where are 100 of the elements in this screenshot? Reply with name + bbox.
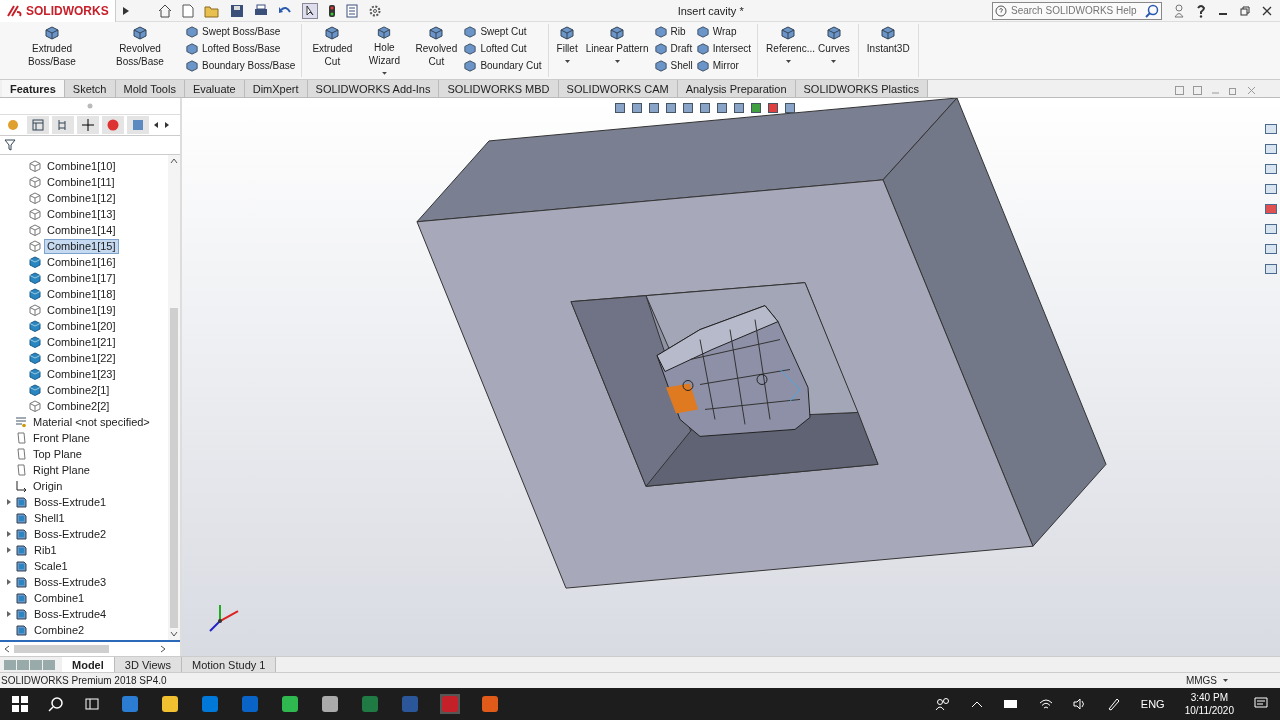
close-icon[interactable] bbox=[1262, 5, 1272, 16]
people-icon[interactable] bbox=[934, 697, 951, 711]
ribbon-tab[interactable]: SOLIDWORKS Add-Ins bbox=[307, 80, 440, 97]
scroll-right-icon[interactable] bbox=[163, 121, 171, 129]
model-tab[interactable]: 3D Views bbox=[114, 657, 183, 672]
logo[interactable]: SOLIDWORKS bbox=[0, 0, 116, 22]
pen-icon[interactable] bbox=[1106, 697, 1121, 711]
search-icon[interactable] bbox=[48, 696, 64, 712]
ribbon-button[interactable]: Revolved Boss/Base bbox=[98, 24, 182, 77]
view-tool-icon[interactable] bbox=[750, 102, 762, 114]
ribbon-tab[interactable]: Sketch bbox=[64, 80, 116, 97]
task-pane-icon[interactable] bbox=[1264, 162, 1278, 176]
save-icon[interactable] bbox=[229, 3, 244, 18]
scroll-down-icon[interactable] bbox=[170, 631, 178, 637]
view-tool-icon[interactable] bbox=[682, 102, 694, 114]
ribbon-button[interactable]: Lofted Cut bbox=[464, 41, 542, 56]
tree-item[interactable]: Combine1[21] bbox=[44, 334, 119, 350]
tree-item[interactable]: Combine1[17] bbox=[44, 270, 119, 286]
task-pane-icon[interactable] bbox=[1264, 202, 1278, 216]
ribbon-button[interactable]: Boundary Cut bbox=[464, 58, 542, 73]
tree-item[interactable]: Boss-Extrude1 bbox=[31, 494, 110, 510]
tree-item[interactable]: Boss-Extrude4 bbox=[31, 606, 110, 622]
view-tool-icon[interactable] bbox=[699, 102, 711, 114]
settings-icon[interactable] bbox=[367, 3, 382, 18]
ribbon-tab[interactable]: DimXpert bbox=[244, 80, 308, 97]
windows-start-icon[interactable] bbox=[12, 696, 28, 712]
tree-item[interactable]: Combine2[2] bbox=[44, 398, 113, 414]
ribbon-button[interactable]: Mirror bbox=[696, 58, 752, 73]
chevron-up-icon[interactable] bbox=[970, 700, 983, 708]
tree-item[interactable]: Top Plane bbox=[30, 446, 85, 462]
select-pointer-icon[interactable] bbox=[301, 2, 318, 19]
tree-item[interactable]: Combine1[22] bbox=[44, 350, 119, 366]
tree-item[interactable]: Combine1[11] bbox=[44, 174, 118, 190]
ribbon-tab[interactable]: SOLIDWORKS Plastics bbox=[795, 80, 929, 97]
ribbon-button[interactable]: Shell bbox=[654, 58, 693, 73]
ribbon-button[interactable]: Fillet bbox=[554, 24, 580, 77]
tree-item[interactable]: Combine1[23] bbox=[44, 366, 119, 382]
ribbon-button[interactable]: Swept Cut bbox=[464, 24, 542, 39]
help-icon[interactable] bbox=[1196, 3, 1206, 18]
view-tool-icon[interactable] bbox=[784, 102, 796, 114]
tile-left-icon[interactable] bbox=[1175, 86, 1184, 95]
scroll-left-icon[interactable] bbox=[4, 645, 10, 653]
scrollbar-thumb[interactable] bbox=[170, 307, 178, 628]
ribbon-button[interactable]: Linear Pattern bbox=[583, 24, 651, 77]
ribbon-tab[interactable]: SOLIDWORKS MBD bbox=[439, 80, 559, 97]
user-icon[interactable] bbox=[1174, 3, 1184, 18]
wifi-icon[interactable] bbox=[1038, 698, 1053, 710]
scroll-left-icon[interactable] bbox=[152, 121, 160, 129]
scrollbar-thumb[interactable] bbox=[14, 645, 109, 653]
tree-item[interactable]: Right Plane bbox=[30, 462, 93, 478]
notifications-icon[interactable] bbox=[1254, 697, 1268, 711]
tree-item[interactable]: Combine1[13] bbox=[44, 206, 119, 222]
tree-item[interactable]: Combine1[12] bbox=[44, 190, 119, 206]
task-pane-icon[interactable] bbox=[1264, 262, 1278, 276]
ribbon-button[interactable]: Boundary Boss/Base bbox=[186, 58, 296, 73]
ribbon-button[interactable]: Extruded Boss/Base bbox=[10, 24, 94, 77]
expand-arrow-icon[interactable] bbox=[6, 547, 12, 553]
task-pane-icon[interactable] bbox=[1264, 142, 1278, 156]
grip-icon[interactable] bbox=[87, 103, 93, 109]
ribbon-button[interactable]: Swept Boss/Base bbox=[186, 24, 296, 39]
task-pane-icon[interactable] bbox=[1264, 222, 1278, 236]
tree-item[interactable]: Combine1[15] bbox=[44, 238, 119, 254]
search-icon[interactable] bbox=[1145, 3, 1159, 18]
ribbon-tab[interactable]: Features bbox=[2, 80, 65, 97]
tree-item[interactable]: Combine2[1] bbox=[44, 382, 113, 398]
expand-arrow-icon[interactable] bbox=[6, 579, 12, 585]
tree-item[interactable]: Combine1[20] bbox=[44, 318, 119, 334]
expand-arrow-icon[interactable] bbox=[6, 531, 12, 537]
tree-item[interactable]: Combine1[14] bbox=[44, 222, 119, 238]
task-pane-icon[interactable] bbox=[1264, 122, 1278, 136]
tree-item[interactable]: Material <not specified> bbox=[30, 414, 153, 430]
new-document-icon[interactable] bbox=[181, 3, 194, 18]
view-tool-icon[interactable] bbox=[733, 102, 745, 114]
ribbon-button[interactable]: Rib bbox=[654, 24, 693, 39]
ribbon-button[interactable]: Wrap bbox=[696, 24, 752, 39]
search-field[interactable]: Search SOLIDWORKS Help bbox=[992, 1, 1162, 20]
panel-tab[interactable] bbox=[52, 116, 74, 134]
units-selector[interactable]: MMGS bbox=[1185, 675, 1217, 686]
expand-arrow-icon[interactable] bbox=[6, 611, 12, 617]
tree-item[interactable]: Front Plane bbox=[30, 430, 93, 446]
ribbon-button[interactable]: Intersect bbox=[696, 41, 752, 56]
volume-icon[interactable] bbox=[1072, 698, 1087, 710]
task-view-icon[interactable] bbox=[84, 696, 100, 712]
ribbon-button[interactable]: Referenc... bbox=[764, 24, 813, 77]
panel-tab[interactable] bbox=[27, 116, 49, 134]
ribbon-tab[interactable]: Mold Tools bbox=[115, 80, 185, 97]
ribbon-tab[interactable]: SOLIDWORKS CAM bbox=[558, 80, 678, 97]
view-tool-icon[interactable] bbox=[631, 102, 643, 114]
file-properties-icon[interactable] bbox=[345, 3, 358, 18]
ribbon-button[interactable]: Curves bbox=[816, 24, 852, 77]
ribbon-button[interactable]: Extruded Cut bbox=[308, 24, 357, 77]
tree-item[interactable]: Rib1 bbox=[31, 542, 60, 558]
tree-item[interactable]: Boss-Extrude3 bbox=[31, 574, 110, 590]
print-icon[interactable] bbox=[253, 3, 268, 18]
panel-tab[interactable] bbox=[77, 116, 99, 134]
tree-item[interactable]: Combine2 bbox=[31, 622, 88, 638]
view-tool-icon[interactable] bbox=[767, 102, 779, 114]
ribbon-tab[interactable]: Analysis Preparation bbox=[677, 80, 796, 97]
ribbon-button[interactable]: Instant3D bbox=[864, 24, 912, 77]
panel-tab[interactable] bbox=[102, 116, 124, 134]
